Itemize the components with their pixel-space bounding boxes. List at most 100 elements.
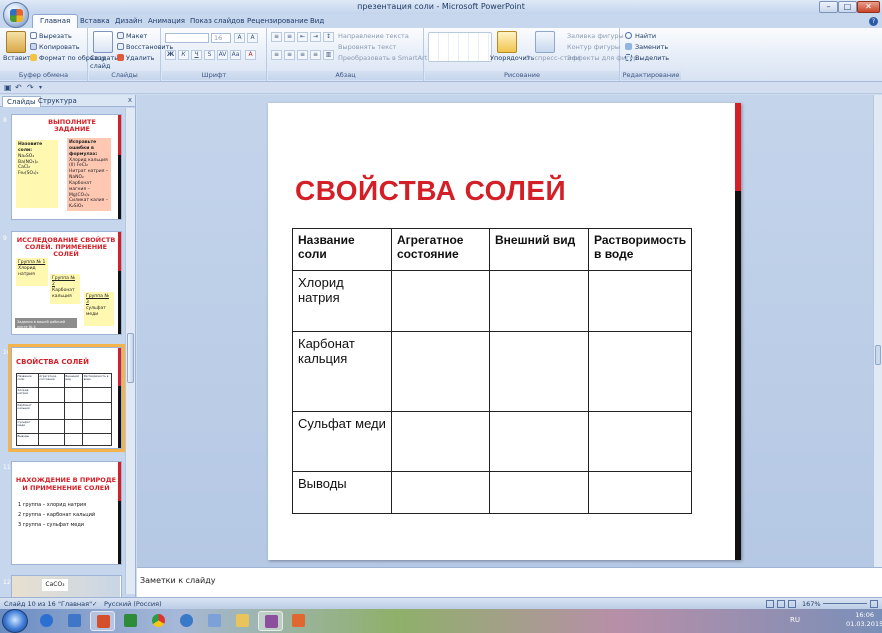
tab-review[interactable]: Рецензирование bbox=[247, 17, 308, 25]
minimize-button[interactable]: – bbox=[819, 1, 838, 13]
qat-customize-icon[interactable]: ▾ bbox=[39, 84, 42, 91]
table-cell[interactable] bbox=[489, 411, 589, 472]
smartart-button[interactable]: Преобразовать в SmartArt bbox=[338, 54, 427, 62]
table-cell[interactable]: Выводы bbox=[292, 471, 392, 514]
text-direction-button[interactable]: Направление текста bbox=[338, 32, 409, 40]
taskbar-media[interactable] bbox=[286, 611, 311, 631]
tab-slideshow[interactable]: Показ слайдов bbox=[190, 17, 244, 25]
maximize-button[interactable]: □ bbox=[838, 1, 857, 13]
table-header[interactable]: Растворимость в воде bbox=[587, 228, 693, 271]
replace-button[interactable]: Заменить bbox=[635, 43, 668, 51]
table-cell[interactable] bbox=[489, 331, 589, 412]
slide-thumbnail-11[interactable]: НАХОЖДЕНИЕ В ПРИРОДЕ И ПРИМЕНЕНИЕ СОЛЕЙ … bbox=[11, 461, 122, 565]
redo-icon[interactable]: ↷ bbox=[27, 83, 34, 92]
select-button[interactable]: Выделить bbox=[635, 54, 669, 62]
increase-indent-icon[interactable]: ⇥ bbox=[310, 32, 321, 42]
panel-scrollbar-thumb[interactable] bbox=[127, 333, 134, 383]
spellcheck-icon[interactable]: ✓ bbox=[92, 600, 97, 608]
language-indicator[interactable]: Русский (Россия) bbox=[104, 600, 162, 608]
save-icon[interactable]: ▣ bbox=[4, 83, 12, 92]
grow-font-icon[interactable]: A bbox=[234, 33, 245, 43]
properties-table[interactable]: Название соли Агрегатное состояние Внешн… bbox=[292, 228, 693, 514]
table-cell[interactable] bbox=[489, 270, 589, 332]
table-header[interactable]: Внешний вид bbox=[489, 228, 589, 271]
table-cell[interactable] bbox=[489, 471, 589, 514]
line-spacing-icon[interactable]: ↕ bbox=[323, 32, 334, 42]
tab-outline[interactable]: Структура bbox=[34, 96, 81, 107]
table-header[interactable]: Название соли bbox=[292, 228, 392, 271]
notes-pane[interactable]: Заметки к слайду bbox=[137, 567, 882, 597]
shrink-font-icon[interactable]: A bbox=[247, 33, 258, 43]
layout-button[interactable]: Макет bbox=[126, 32, 147, 40]
font-name-combo[interactable] bbox=[165, 33, 209, 43]
tray-clock[interactable]: 16:06 01.03.2015 bbox=[846, 611, 882, 629]
table-cell[interactable] bbox=[587, 270, 693, 332]
copy-button[interactable]: Копировать bbox=[39, 43, 80, 51]
taskbar-app[interactable] bbox=[174, 611, 199, 631]
tab-design[interactable]: Дизайн bbox=[115, 17, 142, 25]
shape-outline-button[interactable]: Контур фигуры bbox=[567, 43, 620, 51]
italic-icon[interactable]: К bbox=[178, 50, 189, 60]
spacing-icon[interactable]: AV bbox=[217, 50, 228, 60]
font-size-combo[interactable]: 16 bbox=[211, 33, 231, 43]
table-cell[interactable]: Хлорид натрия bbox=[292, 270, 392, 332]
shadow-icon[interactable]: S bbox=[204, 50, 215, 60]
table-cell[interactable] bbox=[391, 411, 490, 472]
taskbar-app[interactable] bbox=[202, 611, 227, 631]
table-cell[interactable] bbox=[391, 331, 490, 412]
table-cell[interactable] bbox=[587, 471, 693, 514]
tab-animation[interactable]: Анимация bbox=[148, 17, 185, 25]
slide-title[interactable]: СВОЙСТВА СОЛЕЙ bbox=[295, 175, 566, 207]
help-icon[interactable]: ? bbox=[869, 17, 878, 26]
case-icon[interactable]: Aa bbox=[230, 50, 241, 60]
taskbar-browser[interactable] bbox=[34, 611, 59, 631]
delete-button[interactable]: Удалить bbox=[126, 54, 154, 62]
bullets-icon[interactable]: ≡ bbox=[271, 32, 282, 42]
cut-button[interactable]: Вырезать bbox=[39, 32, 72, 40]
office-button[interactable] bbox=[3, 2, 29, 28]
tab-insert[interactable]: Вставка bbox=[80, 17, 110, 25]
font-color-icon[interactable]: A bbox=[245, 50, 256, 60]
taskbar-explorer[interactable] bbox=[230, 611, 255, 631]
start-button[interactable] bbox=[2, 609, 28, 633]
table-cell[interactable] bbox=[587, 331, 693, 412]
shape-fill-button[interactable]: Заливка фигуры bbox=[567, 32, 624, 40]
fit-to-window-icon[interactable] bbox=[870, 600, 878, 608]
align-left-icon[interactable]: ≡ bbox=[271, 50, 282, 60]
taskbar-powerpoint[interactable] bbox=[90, 611, 115, 631]
panel-scrollbar[interactable] bbox=[125, 108, 135, 594]
align-center-icon[interactable]: ≡ bbox=[284, 50, 295, 60]
zoom-slider[interactable] bbox=[823, 603, 867, 604]
find-button[interactable]: Найти bbox=[635, 32, 656, 40]
justify-icon[interactable]: ≡ bbox=[310, 50, 321, 60]
close-button[interactable]: ✕ bbox=[857, 1, 880, 13]
slide-thumbnail-10[interactable]: СВОЙСТВА СОЛЕЙ Название соли Агрегатное с… bbox=[8, 344, 125, 452]
align-right-icon[interactable]: ≡ bbox=[297, 50, 308, 60]
table-cell[interactable]: Карбонат кальция bbox=[292, 331, 392, 412]
taskbar-app[interactable] bbox=[62, 611, 87, 631]
taskbar-chrome[interactable] bbox=[146, 611, 171, 631]
slide-thumbnail-9[interactable]: ИССЛЕДОВАНИЕ СВОЙСТВ СОЛЕЙ. ПРИМЕНЕНИЕ С… bbox=[11, 231, 122, 335]
decrease-indent-icon[interactable]: ⇤ bbox=[297, 32, 308, 42]
slide-thumbnail-8[interactable]: ВЫПОЛНИТЕ ЗАДАНИЕ Назовите соли: Na₂SO₄ … bbox=[11, 114, 122, 220]
editor-scrollbar[interactable] bbox=[873, 95, 882, 567]
input-language[interactable]: RU bbox=[790, 616, 800, 624]
table-cell[interactable] bbox=[391, 270, 490, 332]
underline-icon[interactable]: Ч bbox=[191, 50, 202, 60]
numbering-icon[interactable]: ≡ bbox=[284, 32, 295, 42]
table-cell[interactable] bbox=[391, 471, 490, 514]
current-slide[interactable]: СВОЙСТВА СОЛЕЙ Название соли Агрегатное … bbox=[268, 103, 741, 560]
table-header[interactable]: Агрегатное состояние bbox=[391, 228, 490, 271]
shapes-gallery-icon[interactable] bbox=[428, 32, 492, 62]
slide-thumbnail-12[interactable]: CaCO₃ bbox=[11, 575, 122, 597]
table-cell[interactable]: Сульфат меди bbox=[292, 411, 392, 472]
panel-close-icon[interactable]: x bbox=[128, 96, 132, 104]
sorter-view-icon[interactable] bbox=[777, 600, 785, 608]
new-slide-button[interactable]: Создать слайд bbox=[90, 54, 118, 70]
undo-icon[interactable]: ↶ bbox=[15, 83, 22, 92]
normal-view-icon[interactable] bbox=[766, 600, 774, 608]
tab-view[interactable]: Вид bbox=[310, 17, 324, 25]
editor-scrollbar-thumb[interactable] bbox=[875, 345, 881, 365]
slideshow-view-icon[interactable] bbox=[788, 600, 796, 608]
bold-icon[interactable]: Ж bbox=[165, 50, 176, 60]
